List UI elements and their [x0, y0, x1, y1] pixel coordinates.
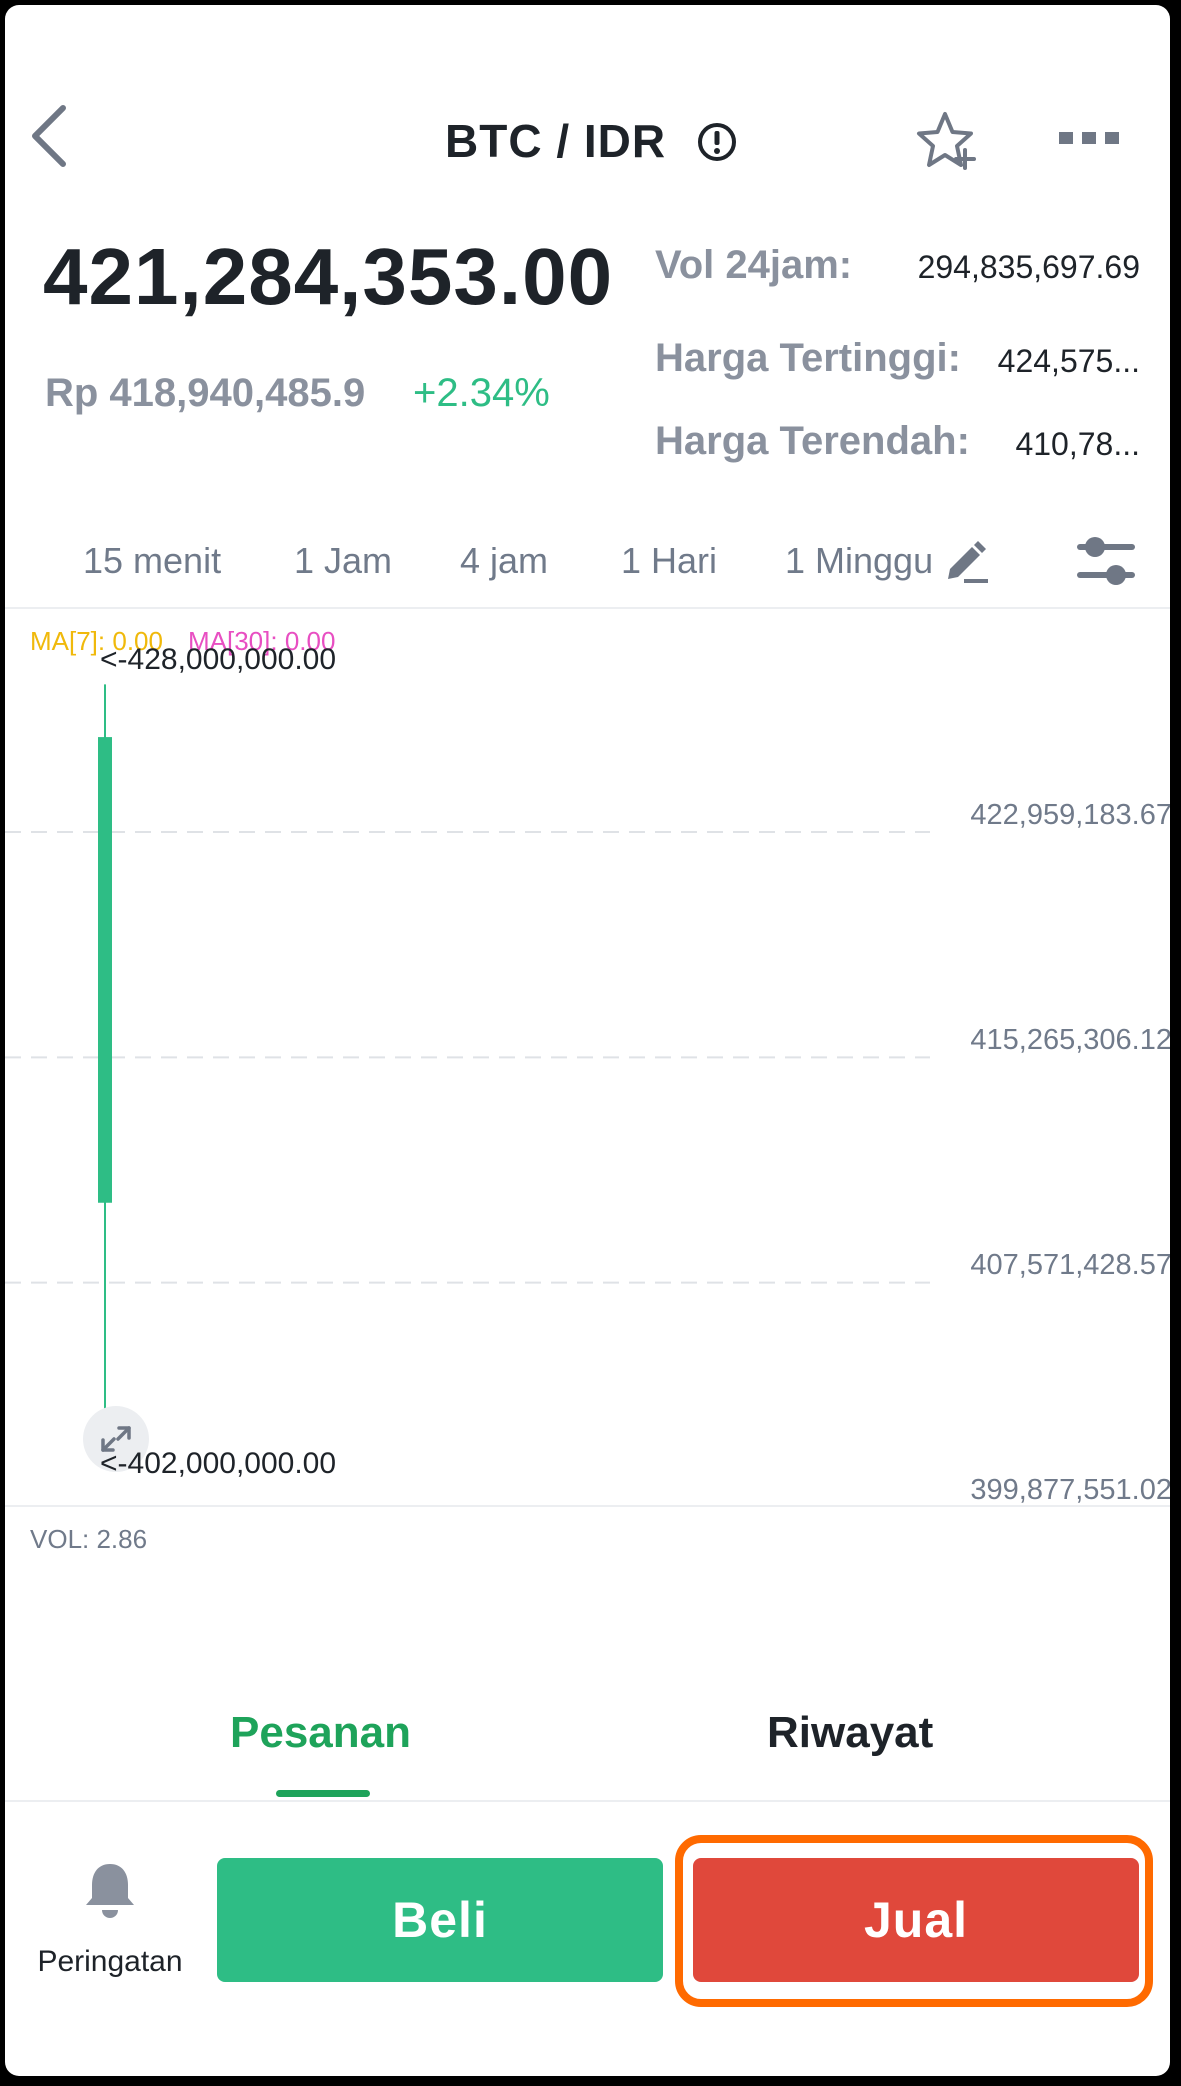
y-axis-tick: 422,959,183.67	[970, 799, 1170, 831]
more-button[interactable]	[1053, 118, 1125, 158]
last-price: 421,284,353.00	[43, 232, 614, 321]
high-label: Harga Tertinggi:	[655, 336, 961, 380]
buy-button[interactable]: Beli	[217, 1858, 663, 1982]
low-value: 410,78...	[1015, 426, 1140, 462]
chart-divider	[5, 1505, 1170, 1507]
active-tab-indicator	[276, 1790, 370, 1797]
interval-tab-4h[interactable]: 4 jam	[460, 535, 548, 587]
interval-tab-15m[interactable]: 15 menit	[83, 535, 221, 587]
interval-bar: 15 menit 1 Jam 4 jam 1 Hari 1 Minggu	[5, 515, 1170, 609]
volume-value: 294,835,697.69	[917, 249, 1140, 285]
screen: BTC / IDR 421,284,353.00 Rp 418,940,485.…	[5, 5, 1170, 2076]
tabs-divider	[5, 1800, 1170, 1802]
idr-equivalent-price: Rp 418,940,485.9	[45, 371, 366, 415]
high-price-annotation: <-428,000,000.00	[100, 643, 337, 676]
price-chart[interactable]: MA[7]: 0.00 MA[30]: 0.00 <-428,000,000.0…	[5, 609, 1170, 1509]
back-button[interactable]	[23, 100, 75, 172]
chart-settings-button[interactable]	[1075, 533, 1137, 591]
favorite-button[interactable]	[915, 110, 979, 174]
sliders-icon	[1077, 537, 1135, 585]
tab-history[interactable]: Riwayat	[767, 1698, 933, 1768]
interval-tab-1d[interactable]: 1 Hari	[621, 535, 717, 587]
sell-button[interactable]: Jual	[693, 1858, 1139, 1982]
star-plus-icon	[917, 112, 976, 170]
y-axis-tick: 415,265,306.12	[970, 1024, 1170, 1056]
pair-title: BTC / IDR	[445, 115, 667, 167]
info-button[interactable]	[695, 120, 739, 164]
more-dots-icon	[1059, 132, 1119, 144]
bell-icon	[86, 1864, 134, 1918]
chevron-left-icon	[32, 105, 66, 167]
info-circle-icon	[698, 123, 736, 161]
high-value: 424,575...	[997, 343, 1140, 379]
low-label: Harga Terendah:	[655, 419, 970, 463]
volume-indicator-label: VOL: 2.86	[30, 1524, 148, 1554]
low-price-annotation: <-402,000,000.00	[100, 1447, 337, 1480]
candle-body	[98, 737, 112, 1203]
y-axis-tick: 399,877,551.02	[970, 1474, 1170, 1506]
alert-button[interactable]: Peringatan	[25, 1860, 195, 1990]
interval-tab-1h[interactable]: 1 Jam	[294, 535, 392, 587]
tab-orders[interactable]: Pesanan	[230, 1698, 411, 1768]
draw-tool-button[interactable]	[940, 535, 992, 587]
price-change-percent: +2.34%	[413, 371, 550, 415]
interval-tab-1w[interactable]: 1 Minggu	[785, 535, 950, 587]
header: BTC / IDR	[5, 5, 1170, 195]
alert-label: Peringatan	[37, 1945, 183, 1978]
pencil-draw-icon	[948, 541, 988, 583]
volume-label: Vol 24jam:	[655, 243, 853, 287]
y-axis-tick: 407,571,428.57	[970, 1249, 1170, 1281]
